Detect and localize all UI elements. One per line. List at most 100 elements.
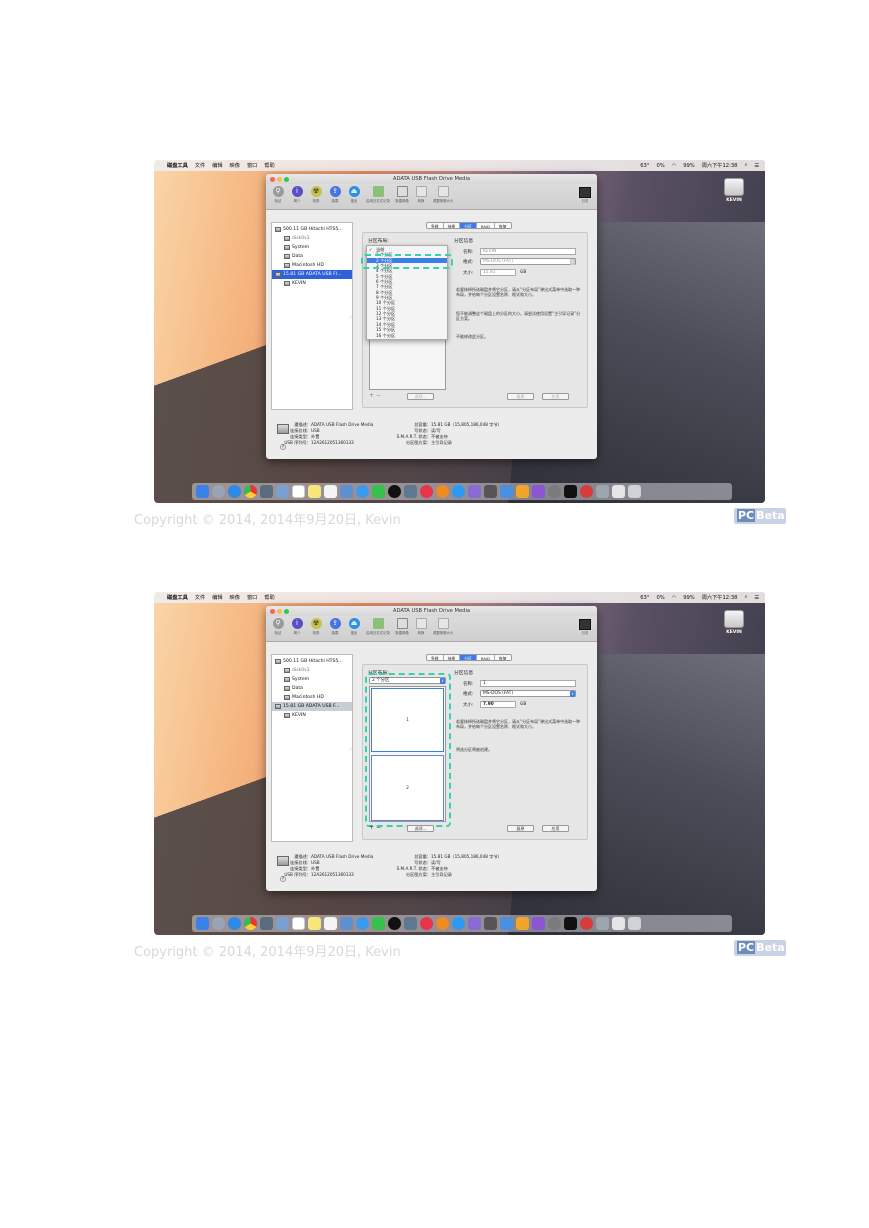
dock-pages-icon[interactable] <box>516 917 529 930</box>
format-select[interactable]: MS-DOS (FAT) ⇕ <box>480 690 576 697</box>
convert-button[interactable]: 转换 <box>413 184 429 209</box>
layout-option-16[interactable]: 16 个分区 <box>367 333 447 338</box>
dock-messages-icon[interactable] <box>356 917 369 930</box>
dock-launchpad-icon[interactable] <box>212 917 225 930</box>
zoom-button[interactable] <box>284 608 289 614</box>
info-button[interactable]: i 简介 <box>289 184 305 209</box>
dock-photo-icon[interactable] <box>260 485 273 498</box>
info-button[interactable]: i 简介 <box>289 616 305 641</box>
dock-chrome-icon[interactable] <box>244 485 257 498</box>
dock-messages-icon[interactable] <box>356 485 369 498</box>
enable-journaling-button[interactable]: 启用日志式记录 <box>365 616 391 641</box>
clock[interactable]: 周六下午12:38 <box>702 162 738 169</box>
menu-window[interactable]: 窗口 <box>247 162 257 169</box>
battery-status[interactable]: 99% <box>683 163 695 169</box>
sidebar-item-adata[interactable]: 15.81 GB ADATA USB F... <box>272 702 352 711</box>
sidebar-item-disk0s3[interactable]: disk0s3 <box>272 666 352 675</box>
desktop-usb-disk[interactable]: KEVIN <box>721 178 747 203</box>
tab-raid[interactable]: RAID <box>476 223 495 228</box>
dock-document-icon[interactable] <box>612 485 625 498</box>
menu-file[interactable]: 文件 <box>195 162 205 169</box>
dock-app-icon[interactable] <box>404 485 417 498</box>
dock-folder-icon[interactable] <box>340 917 353 930</box>
dock-utility-icon[interactable] <box>484 485 497 498</box>
tab-first-aid[interactable]: 急救 <box>427 655 444 660</box>
dock-app3-icon[interactable] <box>580 917 593 930</box>
new-image-button[interactable]: 新建映像 <box>394 184 410 209</box>
wifi-icon[interactable]: ◠ <box>672 163 677 169</box>
volume-percent[interactable]: 0% <box>656 595 664 601</box>
dock-trash-icon[interactable] <box>628 485 641 498</box>
dock-itunes-icon[interactable] <box>420 917 433 930</box>
dock-finder-icon[interactable] <box>196 485 209 498</box>
sidebar-item-disk0s3[interactable]: disk0s3 <box>272 234 352 243</box>
tab-erase[interactable]: 抹掉 <box>443 655 461 660</box>
sidebar-item-hitachi[interactable]: 500.11 GB Hitachi HTS5... <box>272 225 352 234</box>
dock-utility-icon[interactable] <box>484 917 497 930</box>
tab-partition[interactable]: 分区 <box>460 655 477 660</box>
dock-app3-icon[interactable] <box>580 485 593 498</box>
search-icon[interactable]: ⌕ <box>744 162 747 169</box>
eject-button[interactable]: ⏏ 推出 <box>346 616 362 641</box>
sidebar-item-macintosh-hd[interactable]: Macintosh HD <box>272 261 352 270</box>
log-button[interactable]: 日志 <box>577 619 593 635</box>
wifi-icon[interactable]: ◠ <box>672 595 677 601</box>
dock-pages-icon[interactable] <box>516 485 529 498</box>
convert-button[interactable]: 转换 <box>413 616 429 641</box>
dock-ibooks-icon[interactable] <box>436 485 449 498</box>
search-icon[interactable]: ⌕ <box>744 594 747 601</box>
verify-button[interactable]: ⚲ 验证 <box>270 616 286 641</box>
dock-notes-icon[interactable] <box>308 485 321 498</box>
tab-partition[interactable]: 分区 <box>460 223 477 228</box>
dock-imovie-icon[interactable] <box>468 485 481 498</box>
mount-button[interactable]: ⇪ 装载 <box>327 184 343 209</box>
sidebar-item-hitachi[interactable]: 500.11 GB Hitachi HTS5... <box>272 657 352 666</box>
dock-app2-icon[interactable] <box>532 917 545 930</box>
splitter-handle[interactable]: ‹ <box>350 746 352 751</box>
dock-keynote-icon[interactable] <box>500 485 513 498</box>
volume-percent[interactable]: 0% <box>656 163 664 169</box>
minimize-button[interactable] <box>277 608 282 614</box>
close-button[interactable] <box>270 176 275 182</box>
sidebar-item-data[interactable]: Data <box>272 252 352 261</box>
tab-restore[interactable]: 恢复 <box>494 655 511 660</box>
enable-journaling-button[interactable]: 启用日志式记录 <box>365 184 391 209</box>
dock-appstore-icon[interactable] <box>452 917 465 930</box>
add-partition-button[interactable]: + <box>369 824 374 831</box>
tab-erase[interactable]: 抹掉 <box>443 223 461 228</box>
splitter-handle[interactable]: ‹ <box>350 314 352 319</box>
burn-button[interactable]: ☢ 刻录 <box>308 184 324 209</box>
dock-finder-icon[interactable] <box>196 917 209 930</box>
minimize-button[interactable] <box>277 176 282 182</box>
clock[interactable]: 周六下午12:38 <box>702 594 738 601</box>
dock-photo-icon[interactable] <box>260 917 273 930</box>
dock-appstore-icon[interactable] <box>452 485 465 498</box>
menu-image[interactable]: 映像 <box>230 162 240 169</box>
dock-sysprefs-icon[interactable] <box>548 485 561 498</box>
verify-button[interactable]: ⚲ 验证 <box>270 184 286 209</box>
dock-itunes-icon[interactable] <box>420 485 433 498</box>
dock-terminal-icon[interactable] <box>564 917 577 930</box>
menu-app[interactable]: 磁盘工具 <box>167 162 188 169</box>
name-field[interactable]: KEVIN <box>480 248 576 255</box>
sidebar-item-data[interactable]: Data <box>272 684 352 693</box>
dock-notes-icon[interactable] <box>308 917 321 930</box>
dock-launchpad-icon[interactable] <box>212 485 225 498</box>
dock-imovie-icon[interactable] <box>468 917 481 930</box>
mount-button[interactable]: ⇪ 装载 <box>327 616 343 641</box>
log-button[interactable]: 日志 <box>577 187 593 203</box>
menu-app[interactable]: 磁盘工具 <box>167 594 188 601</box>
dock-facetime-icon[interactable] <box>372 485 385 498</box>
list-icon[interactable]: ☰ <box>754 163 759 169</box>
revert-button[interactable]: 复原 <box>507 825 534 832</box>
dock-preview-icon[interactable] <box>276 485 289 498</box>
close-button[interactable] <box>270 608 275 614</box>
add-partition-button[interactable]: + <box>369 392 374 399</box>
tab-first-aid[interactable]: 急救 <box>427 223 444 228</box>
options-button[interactable]: 选项... <box>407 825 434 832</box>
menu-file[interactable]: 文件 <box>195 594 205 601</box>
dock-facetime-icon[interactable] <box>372 917 385 930</box>
temp-status[interactable]: 63° <box>640 595 649 601</box>
dock-calendar-icon[interactable] <box>292 917 305 930</box>
resize-image-button[interactable]: 调整映像大小 <box>432 184 454 209</box>
